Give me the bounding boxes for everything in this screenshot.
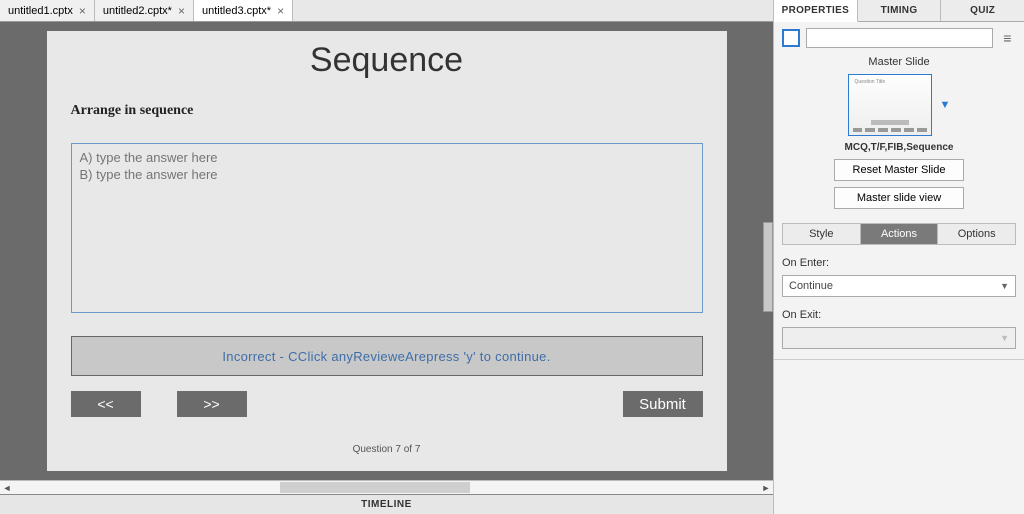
on-exit-label: On Exit: bbox=[782, 309, 1016, 321]
tab-label: untitled1.cptx bbox=[8, 5, 73, 17]
on-exit-dropdown: ▼ bbox=[782, 327, 1016, 349]
answer-option-b[interactable]: B) type the answer here bbox=[80, 167, 694, 182]
properties-panel: PROPERTIES TIMING QUIZ ≡ Master Slide Qu… bbox=[774, 0, 1024, 514]
chevron-down-icon: ▼ bbox=[1000, 281, 1009, 291]
tab-untitled1[interactable]: untitled1.cptx × bbox=[0, 0, 95, 21]
slide-question[interactable]: Arrange in sequence bbox=[71, 103, 194, 119]
on-enter-value: Continue bbox=[789, 280, 833, 292]
close-icon[interactable]: × bbox=[79, 4, 86, 18]
tab-properties[interactable]: PROPERTIES bbox=[774, 0, 858, 22]
tab-label: untitled2.cptx* bbox=[103, 5, 172, 17]
answer-area[interactable]: A) type the answer here B) type the answ… bbox=[71, 143, 703, 313]
master-slide-view-button[interactable]: Master slide view bbox=[834, 187, 964, 209]
question-counter: Question 7 of 7 bbox=[47, 444, 727, 455]
timeline-panel-header[interactable]: TIMELINE bbox=[0, 494, 773, 514]
review-text: Incorrect - CClick anyRevieweArepress 'y… bbox=[222, 349, 550, 364]
object-type-icon bbox=[782, 29, 800, 47]
answer-option-a[interactable]: A) type the answer here bbox=[80, 150, 694, 165]
chevron-down-icon: ▼ bbox=[1000, 333, 1009, 343]
subtab-style[interactable]: Style bbox=[783, 224, 861, 244]
tab-untitled2[interactable]: untitled2.cptx* × bbox=[95, 0, 194, 21]
vertical-scrollbar[interactable] bbox=[763, 222, 773, 312]
tab-quiz[interactable]: QUIZ bbox=[941, 0, 1024, 21]
object-name-input[interactable] bbox=[806, 28, 993, 48]
master-slide-thumbnail[interactable]: Question Title bbox=[848, 74, 932, 136]
subtab-options[interactable]: Options bbox=[938, 224, 1015, 244]
close-icon[interactable]: × bbox=[277, 4, 284, 18]
on-enter-dropdown[interactable]: Continue ▼ bbox=[782, 275, 1016, 297]
scrollbar-thumb[interactable] bbox=[280, 482, 470, 493]
slide-canvas[interactable]: Sequence Arrange in sequence A) type the… bbox=[47, 31, 727, 471]
stage[interactable]: Sequence Arrange in sequence A) type the… bbox=[0, 22, 773, 480]
review-area[interactable]: Incorrect - CClick anyRevieweArepress 'y… bbox=[71, 336, 703, 376]
subtab-actions[interactable]: Actions bbox=[861, 224, 939, 244]
scroll-left-icon[interactable]: ◄ bbox=[0, 481, 14, 494]
close-icon[interactable]: × bbox=[178, 4, 185, 18]
tab-untitled3[interactable]: untitled3.cptx* × bbox=[194, 0, 293, 21]
tab-timing[interactable]: TIMING bbox=[858, 0, 942, 21]
list-view-icon[interactable]: ≡ bbox=[999, 30, 1016, 46]
master-slide-label: Master Slide bbox=[782, 56, 1016, 68]
submit-button[interactable]: Submit bbox=[623, 391, 703, 417]
master-slide-caption: MCQ,T/F,FIB,Sequence bbox=[782, 142, 1016, 153]
slide-title[interactable]: Sequence bbox=[47, 31, 727, 80]
reset-master-slide-button[interactable]: Reset Master Slide bbox=[834, 159, 964, 181]
scroll-right-icon[interactable]: ► bbox=[759, 481, 773, 494]
on-enter-label: On Enter: bbox=[782, 257, 1016, 269]
document-tabs: untitled1.cptx × untitled2.cptx* × untit… bbox=[0, 0, 773, 22]
divider bbox=[774, 359, 1024, 360]
next-button[interactable]: >> bbox=[177, 391, 247, 417]
horizontal-scrollbar[interactable]: ◄ ► bbox=[0, 480, 773, 494]
tab-label: untitled3.cptx* bbox=[202, 5, 271, 17]
chevron-down-icon[interactable]: ▼ bbox=[940, 99, 951, 111]
prev-button[interactable]: << bbox=[71, 391, 141, 417]
